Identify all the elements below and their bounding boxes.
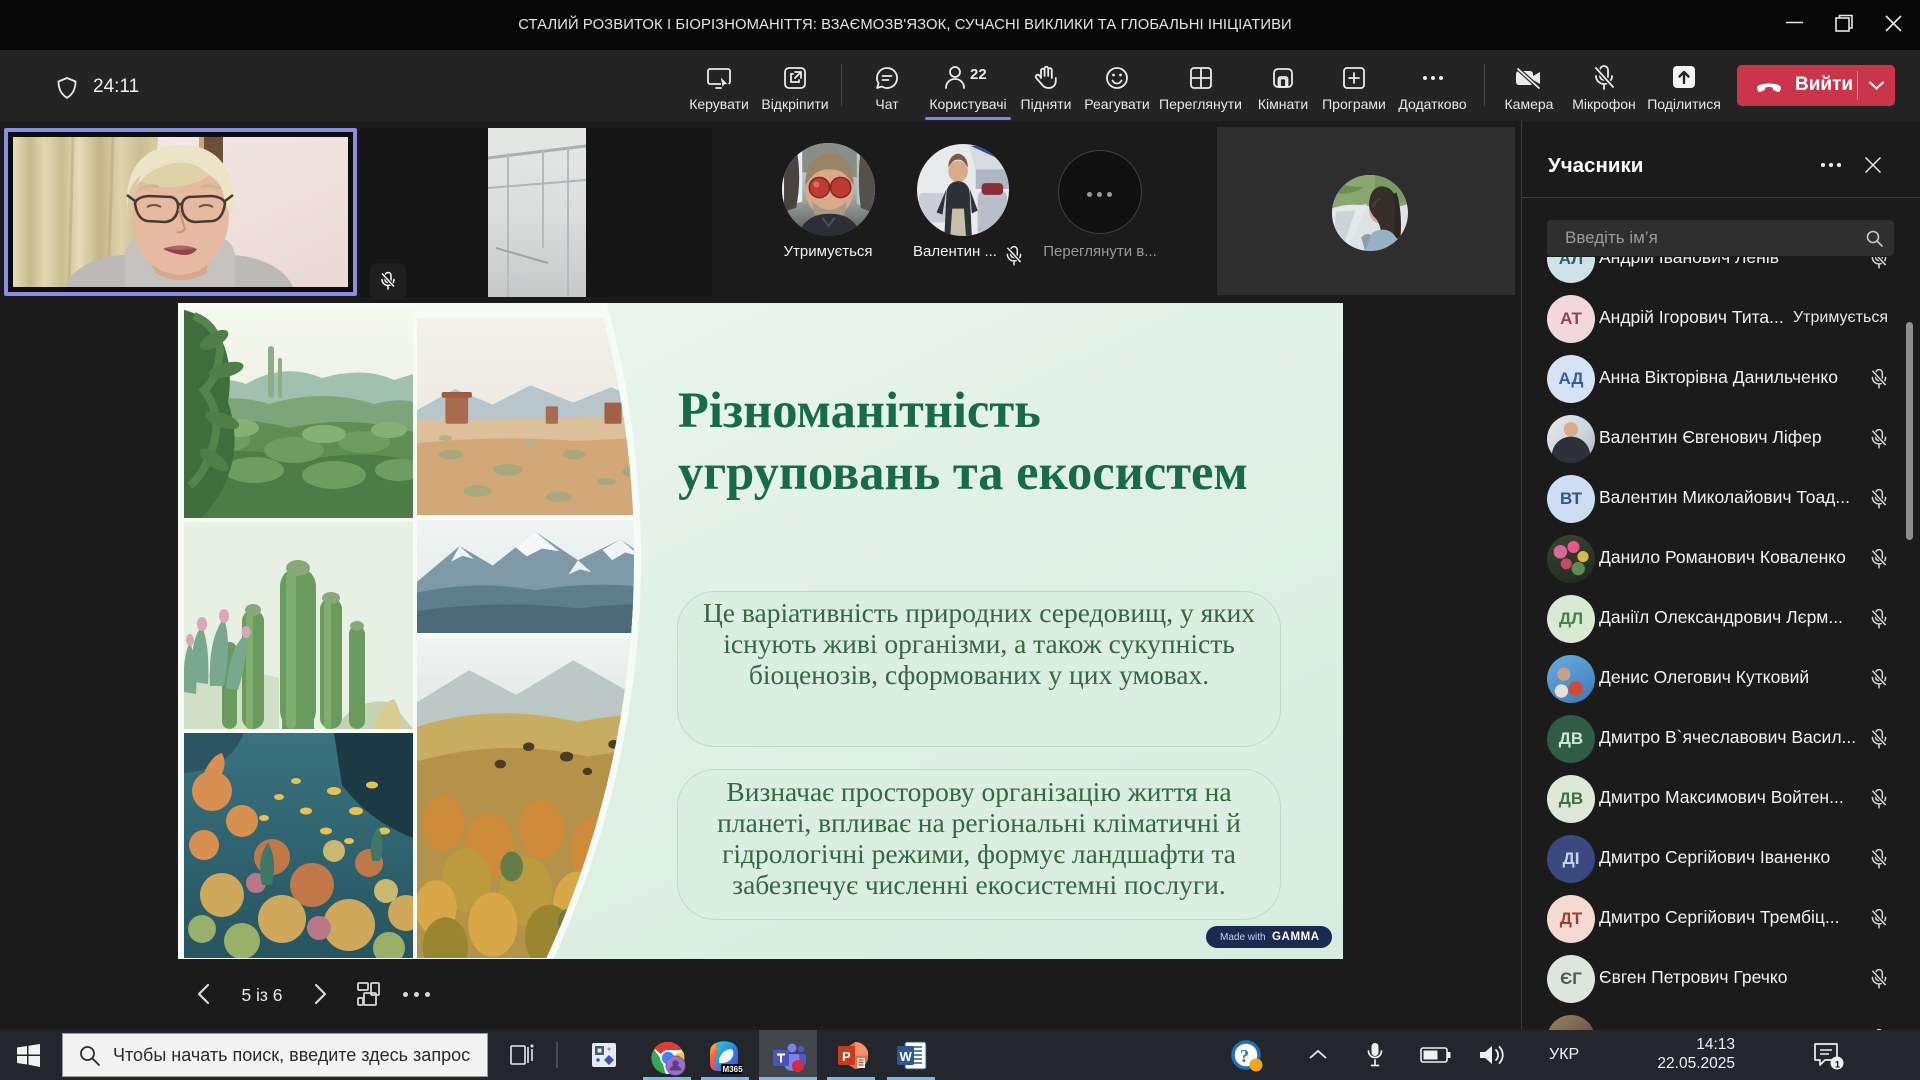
svg-text:?: ?: [1240, 1046, 1249, 1066]
svg-text:22: 22: [970, 66, 987, 83]
svg-text:W: W: [900, 1049, 913, 1064]
svg-text:M365: M365: [723, 1065, 744, 1074]
svg-text:P: P: [842, 1049, 851, 1064]
svg-text:1: 1: [1835, 1060, 1841, 1071]
